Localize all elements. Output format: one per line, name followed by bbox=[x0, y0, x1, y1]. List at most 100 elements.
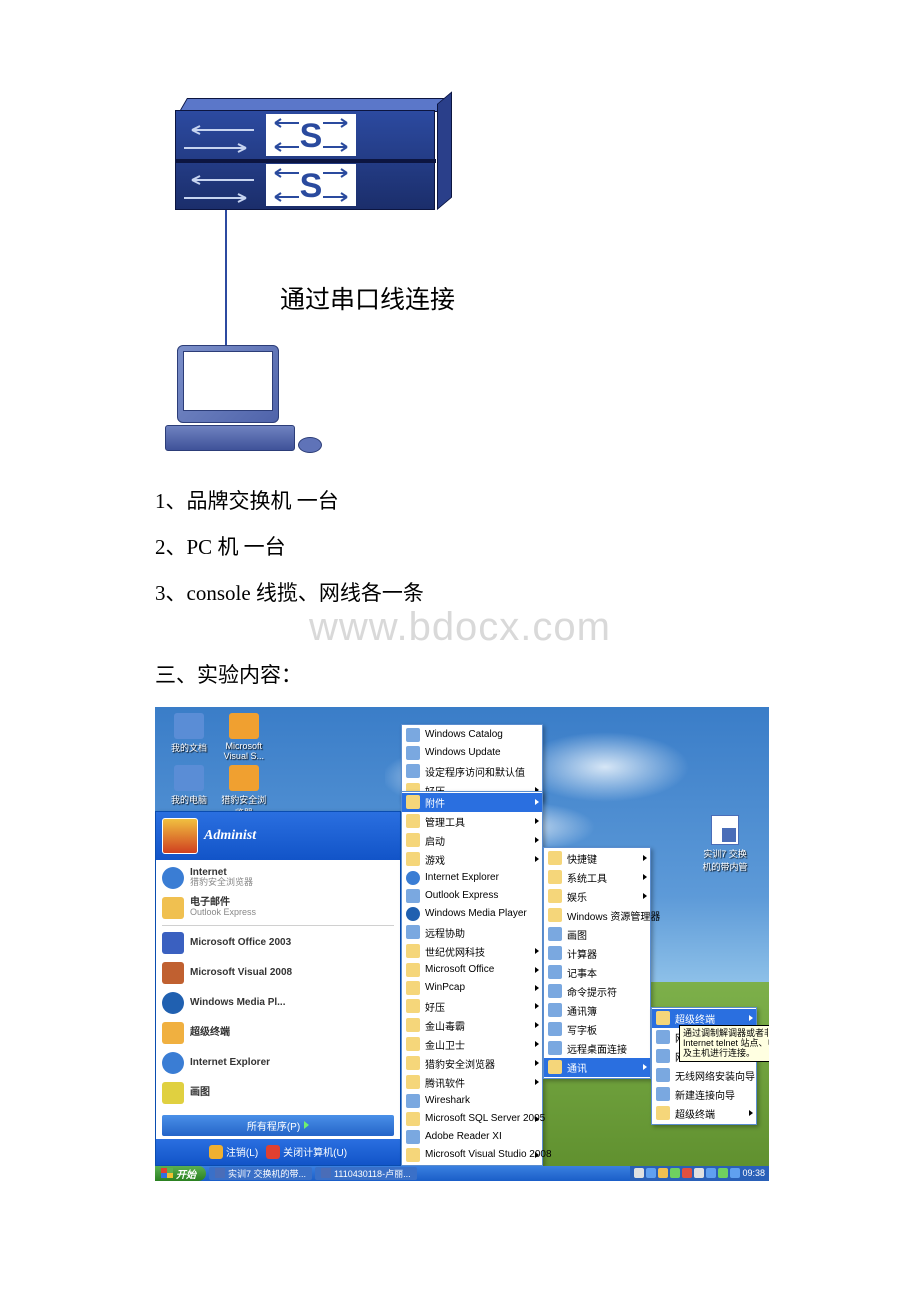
menu-item-label: 远程协助 bbox=[425, 925, 465, 940]
tray-icon[interactable] bbox=[658, 1168, 668, 1178]
folder-icon bbox=[548, 908, 562, 922]
menu-item[interactable]: 远程桌面连接 bbox=[544, 1039, 650, 1058]
tray-icon[interactable] bbox=[682, 1168, 692, 1178]
app-icon bbox=[548, 965, 562, 979]
menu-item[interactable]: 猎豹安全浏览器 bbox=[402, 1054, 542, 1073]
menu-item-label: 系统工具 bbox=[567, 870, 607, 885]
folder-icon bbox=[406, 944, 420, 958]
menu-item[interactable]: 金山毒霸 bbox=[402, 1016, 542, 1035]
menu-item[interactable]: Outlook Express bbox=[402, 887, 542, 905]
start-pinned-item[interactable]: Internet猎豹安全浏览器 bbox=[156, 863, 400, 893]
tray-icon[interactable] bbox=[694, 1168, 704, 1178]
taskbar-item[interactable]: 实训7 交换机的带... bbox=[209, 1167, 312, 1180]
ie-icon bbox=[162, 867, 184, 889]
menu-item-label: 超级终端 bbox=[675, 1011, 715, 1026]
menu-item[interactable]: Microsoft Visual Studio 2008 bbox=[402, 1146, 542, 1164]
menu-item[interactable]: Internet Explorer bbox=[402, 869, 542, 887]
menu-item[interactable]: Microsoft SQL Server 2005 bbox=[402, 1110, 542, 1128]
menu-item-label: 好压 bbox=[425, 999, 445, 1014]
menu-item[interactable]: 远程协助 bbox=[402, 923, 542, 942]
wmp-icon bbox=[162, 992, 184, 1014]
menu-item-label: WinPcap bbox=[425, 982, 465, 993]
menu-item[interactable]: 附件 bbox=[402, 793, 542, 812]
menu-item[interactable]: 世纪优网科技 bbox=[402, 942, 542, 961]
menu-item[interactable]: 通讯 bbox=[544, 1058, 650, 1077]
menu-item[interactable]: 好压 bbox=[402, 997, 542, 1016]
menu-item[interactable]: 系统工具 bbox=[544, 868, 650, 887]
start-button[interactable]: 开始 bbox=[155, 1166, 206, 1181]
folder-icon bbox=[406, 1056, 420, 1070]
word-icon bbox=[162, 932, 184, 954]
menu-item[interactable]: 管理工具 bbox=[402, 812, 542, 831]
menu-item-label: Windows Media Player bbox=[425, 908, 527, 919]
tray-icon[interactable] bbox=[706, 1168, 716, 1178]
shutdown-button[interactable]: 关闭计算机(U) bbox=[266, 1144, 347, 1159]
menu-item[interactable]: 设定程序访问和默认值 bbox=[402, 762, 542, 781]
all-programs-button[interactable]: 所有程序(P) bbox=[162, 1115, 394, 1136]
menu-item[interactable]: 游戏 bbox=[402, 850, 542, 869]
logoff-button[interactable]: 注销(L) bbox=[209, 1144, 258, 1159]
menu-item[interactable]: 娱乐 bbox=[544, 887, 650, 906]
menu-item-label: Windows Update bbox=[425, 747, 501, 758]
menu-item[interactable]: 计算器 bbox=[544, 944, 650, 963]
menu-item-label: 命令提示符 bbox=[567, 984, 617, 999]
menu-item[interactable]: 超级终端 bbox=[652, 1104, 756, 1123]
menu-item[interactable]: 写字板 bbox=[544, 1020, 650, 1039]
menu-item-label: 无线网络安装向导 bbox=[675, 1068, 755, 1083]
pc-device bbox=[165, 345, 325, 465]
menu-item[interactable]: 画图 bbox=[544, 925, 650, 944]
tray-icon[interactable] bbox=[730, 1168, 740, 1178]
desktop-icon[interactable]: 我的电脑 bbox=[163, 765, 215, 806]
app-icon bbox=[548, 1041, 562, 1055]
menu-item[interactable]: Windows Catalog bbox=[402, 726, 542, 744]
start-pinned-item[interactable]: 超级终端 bbox=[156, 1018, 400, 1048]
start-pinned-item[interactable]: 画图 bbox=[156, 1078, 400, 1108]
menu-item[interactable]: 启动 bbox=[402, 831, 542, 850]
folder-icon bbox=[548, 1060, 562, 1074]
folder-icon bbox=[548, 889, 562, 903]
menu-item[interactable]: Wireshark bbox=[402, 1092, 542, 1110]
menu-item[interactable]: 无线网络安装向导 bbox=[652, 1066, 756, 1085]
menu-item[interactable]: Windows Update bbox=[402, 744, 542, 762]
app-icon bbox=[406, 889, 420, 903]
menu-item-label: Microsoft SQL Server 2005 bbox=[425, 1113, 545, 1124]
start-pinned-item[interactable]: Internet Explorer bbox=[156, 1048, 400, 1078]
tray-icon[interactable] bbox=[718, 1168, 728, 1178]
accessories-submenu: 快捷键系统工具娱乐Windows 资源管理器画图计算器记事本命令提示符通讯簿写字… bbox=[543, 847, 651, 1079]
ie-icon bbox=[162, 1052, 184, 1074]
menu-item-label: 新建连接向导 bbox=[675, 1087, 735, 1102]
menu-item[interactable]: 命令提示符 bbox=[544, 982, 650, 1001]
clock[interactable]: 09:38 bbox=[742, 1168, 765, 1178]
menu-item[interactable]: 新建连接向导 bbox=[652, 1085, 756, 1104]
taskbar-item[interactable]: 1110430118-卢丽... bbox=[315, 1167, 417, 1180]
menu-item[interactable]: Adobe Reader XI bbox=[402, 1128, 542, 1146]
menu-item-label: Windows 资源管理器 bbox=[567, 908, 660, 923]
desktop-icon[interactable]: 我的文档 bbox=[163, 713, 215, 754]
menu-item[interactable]: Windows Media Player bbox=[402, 905, 542, 923]
menu-item[interactable]: 腾讯软件 bbox=[402, 1073, 542, 1092]
vs-icon bbox=[162, 962, 184, 984]
desktop-icon[interactable]: Microsoft Visual S... bbox=[218, 713, 270, 761]
app-icon bbox=[656, 1049, 670, 1063]
desktop-document[interactable]: 实训7 交换机的带内管 bbox=[699, 815, 751, 873]
menu-item[interactable]: WinPcap bbox=[402, 979, 542, 997]
menu-item-label: Microsoft Office bbox=[425, 964, 494, 975]
menu-item[interactable]: 通讯簿 bbox=[544, 1001, 650, 1020]
menu-item-label: 画图 bbox=[567, 927, 587, 942]
folder-icon bbox=[406, 833, 420, 847]
tray-icon[interactable] bbox=[646, 1168, 656, 1178]
menu-item[interactable]: 金山卫士 bbox=[402, 1035, 542, 1054]
app-icon bbox=[406, 1094, 420, 1108]
menu-item[interactable]: 记事本 bbox=[544, 963, 650, 982]
menu-item[interactable]: 快捷键 bbox=[544, 849, 650, 868]
start-pinned-item[interactable]: 电子邮件Outlook Express bbox=[156, 893, 400, 923]
menu-item[interactable]: Windows 资源管理器 bbox=[544, 906, 650, 925]
tray-icon[interactable] bbox=[670, 1168, 680, 1178]
menu-item[interactable]: Microsoft Office bbox=[402, 961, 542, 979]
start-pinned-item[interactable]: Microsoft Visual 2008 bbox=[156, 958, 400, 988]
menu-item-label: 超级终端 bbox=[675, 1106, 715, 1121]
tray-icon[interactable] bbox=[634, 1168, 644, 1178]
start-pinned-item[interactable]: Microsoft Office 2003 bbox=[156, 928, 400, 958]
app-icon bbox=[406, 1130, 420, 1144]
start-pinned-item[interactable]: Windows Media Pl... bbox=[156, 988, 400, 1018]
